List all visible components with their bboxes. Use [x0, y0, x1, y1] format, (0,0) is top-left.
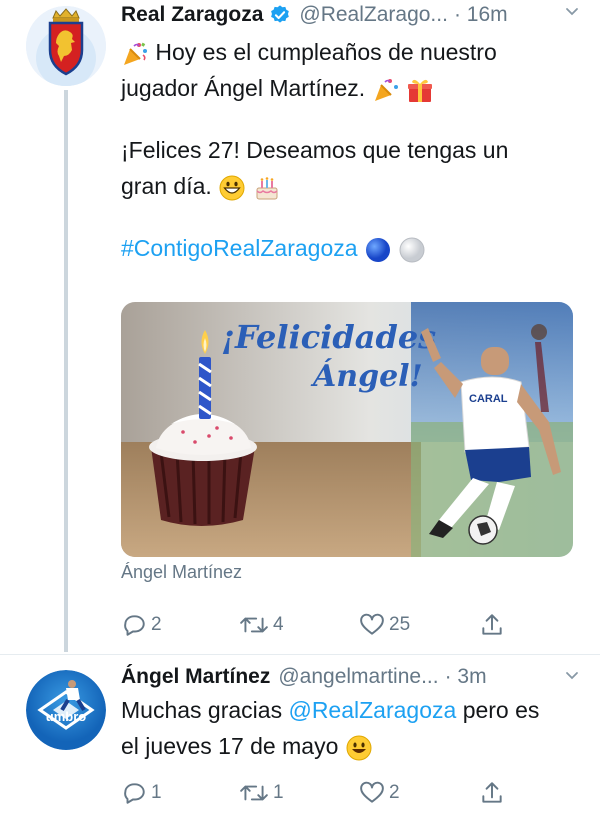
thread-connector-line — [64, 90, 68, 652]
tweet-timestamp[interactable]: · 16m — [454, 3, 508, 27]
like-button[interactable]: 25 — [359, 612, 410, 638]
retweet-icon — [240, 617, 268, 633]
tweet-text-line: Hoy es el cumpleaños de nuestro — [155, 39, 497, 65]
tweet-text-segment: Muchas gracias — [121, 697, 283, 723]
white-circle-icon — [399, 237, 425, 263]
media-headline-line-2: Ángel! — [310, 358, 423, 394]
tweet-line-2: el jueves 17 de mayo — [121, 728, 581, 764]
media-headline-line-1: ¡Felicidades — [221, 318, 436, 356]
tweet-actions: 2 4 25 — [121, 612, 521, 642]
tweet-line-4: gran día. — [121, 168, 581, 204]
retweet-count: 1 — [273, 782, 284, 803]
tweet-media-image[interactable]: ¡Felicidades Ángel! CARAL — [121, 302, 573, 557]
birthday-graphic: ¡Felicidades Ángel! CARAL — [121, 302, 573, 557]
reply-icon — [124, 615, 145, 636]
tweet-body: Hoy es el cumpleaños de nuestro jugador … — [121, 34, 581, 266]
gift-icon — [407, 79, 432, 102]
share-button[interactable] — [479, 780, 505, 806]
heart-icon — [360, 781, 384, 803]
retweet-button[interactable]: 4 — [239, 612, 284, 638]
tweet-line-3: ¡Felices 27! Deseamos que tengas un — [121, 132, 581, 168]
retweet-icon — [240, 785, 268, 801]
tweet-line-1: Muchas gracias @RealZaragoza pero es — [121, 692, 581, 728]
like-button[interactable]: 2 — [359, 780, 400, 806]
share-button[interactable] — [479, 612, 505, 638]
shirt-sponsor-text: CARAL — [469, 393, 508, 405]
party-popper-icon — [124, 42, 147, 65]
reply-icon — [124, 783, 145, 804]
reply-button[interactable]: 2 — [121, 612, 162, 638]
chevron-down-icon[interactable] — [564, 667, 580, 688]
like-count: 2 — [389, 782, 400, 803]
tweet-text-line: el jueves 17 de mayo — [121, 733, 339, 759]
avatar-real-zaragoza[interactable] — [26, 6, 106, 86]
author-handle[interactable]: @angelmartine... — [278, 665, 438, 689]
mention-link[interactable]: @RealZaragoza — [288, 697, 456, 723]
tweet-hashtag-line: #ContigoRealZaragoza — [121, 230, 581, 266]
heart-icon — [360, 613, 384, 635]
reply-count: 2 — [151, 614, 162, 635]
tweet-header: Ángel Martínez @angelmartine... · 3m — [121, 662, 487, 692]
tweet-line-2: jugador Ángel Martínez. — [121, 70, 581, 106]
umbro-avatar-image: umbro — [26, 670, 106, 750]
grinning-face-icon — [219, 175, 245, 201]
share-icon — [482, 782, 502, 803]
avatar-brand-text: umbro — [46, 709, 87, 724]
tweet-divider — [0, 654, 600, 655]
verified-badge-icon — [271, 5, 290, 23]
avatar-angel-martinez[interactable]: umbro — [26, 670, 106, 750]
share-icon — [482, 614, 502, 635]
real-zaragoza-crest-icon — [26, 6, 106, 86]
smiley-face-icon — [346, 735, 372, 761]
tweet-timestamp[interactable]: · 3m — [445, 665, 487, 689]
tweet-text-line: jugador Ángel Martínez. — [121, 75, 366, 101]
tweet-header: Real Zaragoza @RealZarago... · 16m — [121, 0, 508, 30]
media-caption[interactable]: Ángel Martínez — [121, 562, 242, 583]
birthday-cake-icon — [256, 177, 278, 200]
tweet-text-segment: pero es — [462, 697, 540, 723]
author-handle[interactable]: @RealZarago... — [299, 3, 448, 27]
author-name[interactable]: Real Zaragoza — [121, 3, 263, 27]
tweet-body: Muchas gracias @RealZaragoza pero es el … — [121, 692, 581, 764]
retweet-button[interactable]: 1 — [239, 780, 284, 806]
hashtag-link[interactable]: #ContigoRealZaragoza — [121, 235, 358, 261]
tweet-text-line: gran día. — [121, 173, 212, 199]
reply-count: 1 — [151, 782, 162, 803]
reply-button[interactable]: 1 — [121, 780, 162, 806]
blue-circle-icon — [365, 237, 390, 262]
party-popper-icon — [374, 78, 398, 101]
chevron-down-icon[interactable] — [564, 3, 580, 24]
like-count: 25 — [389, 614, 411, 635]
tweet-line-1: Hoy es el cumpleaños de nuestro — [121, 34, 581, 70]
author-name[interactable]: Ángel Martínez — [121, 665, 270, 689]
tweet-text-line: ¡Felices 27! Deseamos que tengas un — [121, 137, 509, 163]
tweet-actions: 1 1 2 — [121, 780, 521, 810]
retweet-count: 4 — [273, 614, 284, 635]
